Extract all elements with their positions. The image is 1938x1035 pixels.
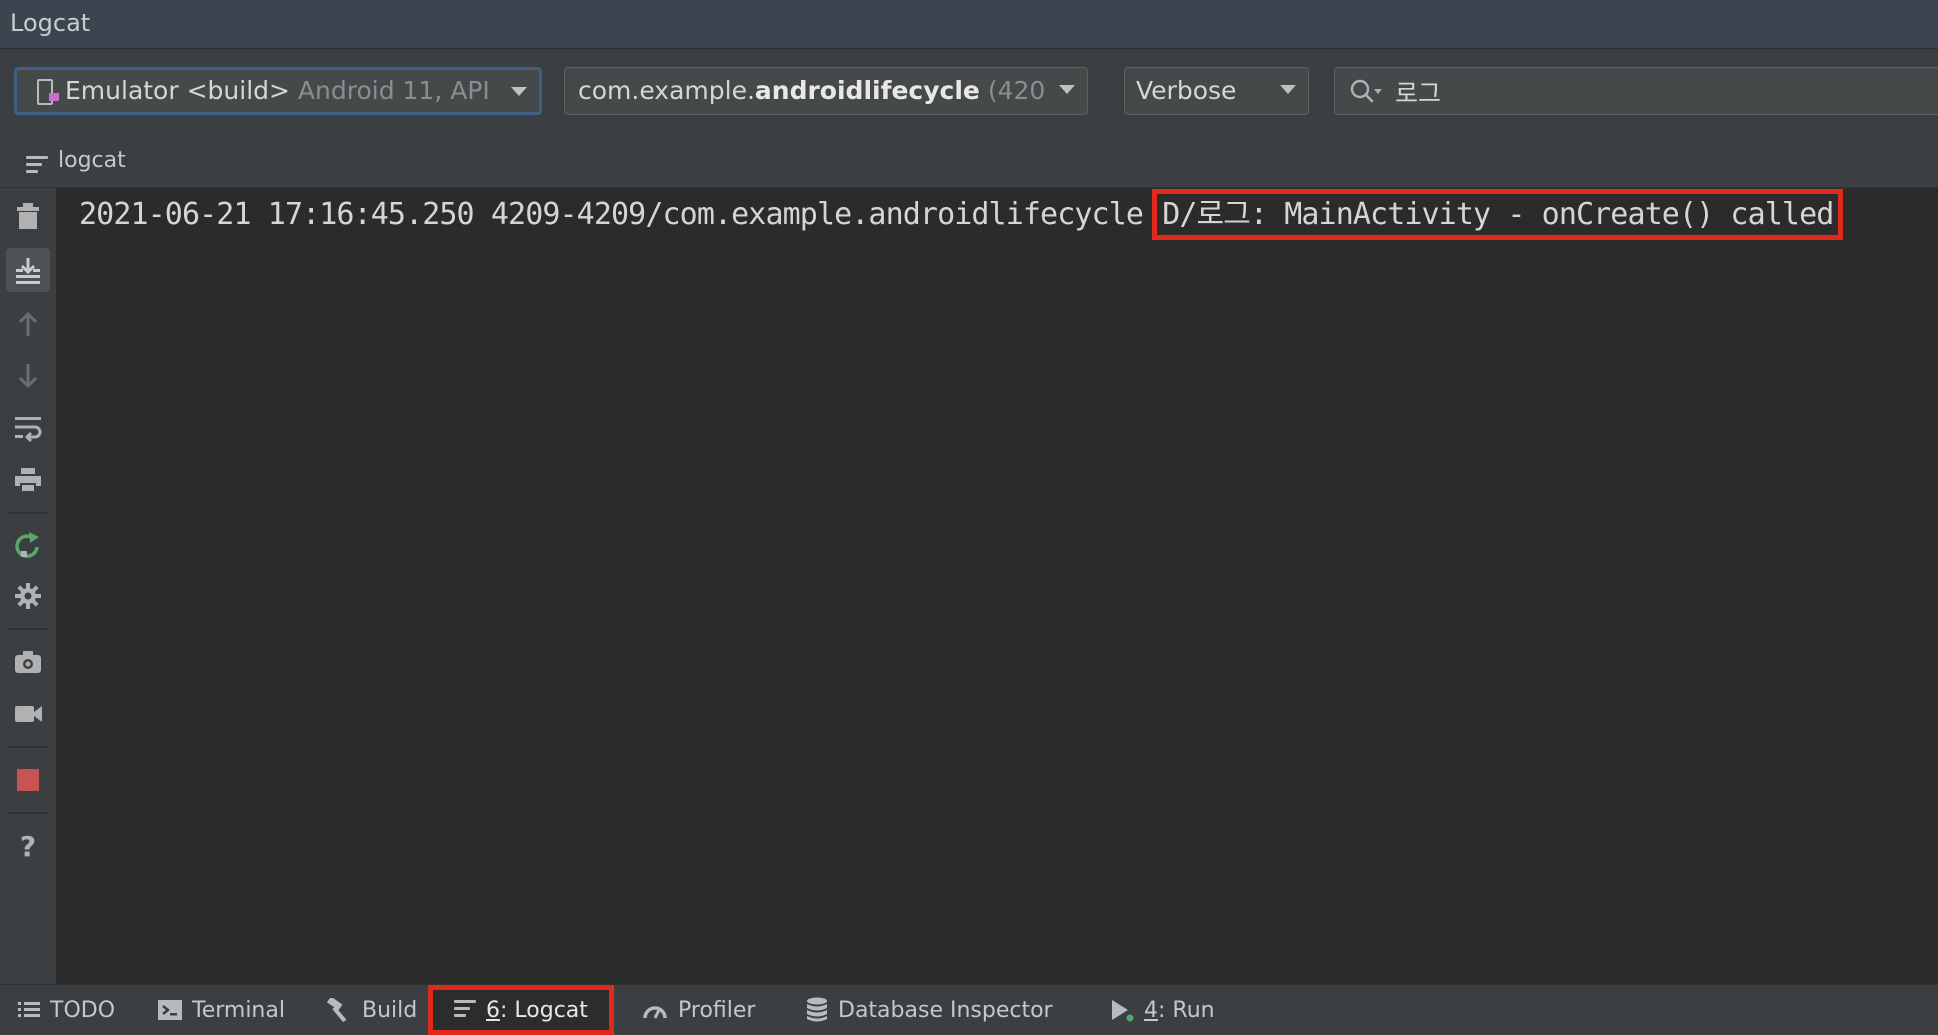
tab-label-text: : Logcat	[500, 997, 588, 1023]
logcat-side-toolbar: ?	[0, 188, 57, 984]
tab-label: 4: Run	[1144, 998, 1215, 1023]
chevron-down-icon	[1280, 85, 1296, 94]
stop-icon	[17, 769, 39, 791]
hammer-icon	[326, 998, 352, 1022]
logcat-output[interactable]: 2021-06-21 17:16:45.250 4209-4209/com.ex…	[57, 188, 1938, 984]
soft-wrap-button[interactable]	[6, 406, 50, 450]
tab-build[interactable]: Build	[326, 985, 417, 1035]
tab-label: Database Inspector	[838, 997, 1053, 1023]
tab-label: Build	[362, 997, 418, 1023]
log-line-prefix: 2021-06-21 17:16:45.250 4209-4209/com.ex…	[79, 197, 1144, 232]
logcat-subtab[interactable]: logcat	[0, 135, 1938, 188]
help-icon: ?	[19, 829, 37, 863]
process-detail: (420	[987, 76, 1046, 105]
run-icon	[1110, 998, 1134, 1022]
tab-label: 6: Logcat	[486, 998, 588, 1023]
process-selector[interactable]: com.example.androidlifecycle (420	[564, 67, 1088, 115]
logcat-icon	[454, 999, 476, 1021]
search-input[interactable]	[1393, 74, 1937, 110]
settings-button[interactable]	[6, 574, 50, 618]
arrow-down-icon	[18, 364, 38, 389]
tab-logcat[interactable]: 6: Logcat	[428, 985, 614, 1035]
logcat-toolbar: Emulator <build> Android 11, API com.exa…	[0, 49, 1938, 135]
tab-label: Profiler	[678, 997, 756, 1023]
search-icon	[1349, 78, 1383, 108]
logcat-tab-label: logcat	[58, 148, 126, 173]
toolbar-separator	[8, 812, 48, 814]
previous-occurrence-button[interactable]	[6, 302, 50, 346]
next-occurrence-button[interactable]	[6, 354, 50, 398]
logcat-icon	[26, 156, 48, 177]
scroll-to-end-button[interactable]	[6, 248, 50, 292]
tab-mnemonic: 4	[1144, 997, 1158, 1023]
process-name: androidlifecycle	[754, 76, 980, 105]
process-prefix: com.example.	[578, 76, 755, 105]
terminal-icon	[158, 1000, 182, 1020]
tool-window-bar: TODO Terminal Build 6: Logcat Profiler D…	[0, 984, 1938, 1035]
tool-window-title-bar: Logcat	[0, 0, 1938, 49]
screen-record-button[interactable]	[6, 692, 50, 736]
tab-run[interactable]: 4: Run	[1110, 985, 1215, 1035]
tab-label: Terminal	[192, 997, 285, 1023]
toolbar-separator	[8, 512, 48, 514]
help-button[interactable]: ?	[6, 824, 50, 868]
tab-mnemonic: 6	[486, 997, 500, 1023]
toolbar-separator	[8, 746, 48, 748]
scroll-to-end-icon	[16, 258, 40, 284]
restart-icon	[15, 532, 39, 558]
soft-wrap-icon	[15, 417, 42, 442]
device-selector[interactable]: Emulator <build> Android 11, API	[14, 67, 542, 115]
tab-database-inspector[interactable]: Database Inspector	[806, 985, 1053, 1035]
device-name: Emulator <build>	[65, 76, 290, 105]
gear-icon	[15, 583, 41, 609]
tab-terminal[interactable]: Terminal	[158, 985, 285, 1035]
log-level-selector[interactable]: Verbose	[1124, 67, 1309, 115]
restart-button[interactable]	[6, 524, 50, 568]
gauge-icon	[642, 1000, 668, 1020]
log-line-message: D/로그: MainActivity - onCreate() called	[1152, 189, 1844, 240]
stop-button[interactable]	[6, 758, 50, 802]
device-detail: Android 11, API	[297, 76, 490, 105]
print-button[interactable]	[6, 458, 50, 502]
tab-label: TODO	[50, 997, 116, 1023]
tab-profiler[interactable]: Profiler	[642, 985, 755, 1035]
tab-todo[interactable]: TODO	[18, 985, 115, 1035]
clear-logcat-button[interactable]	[6, 194, 50, 238]
video-icon	[15, 706, 42, 722]
log-line: 2021-06-21 17:16:45.250 4209-4209/com.ex…	[79, 189, 1844, 240]
trash-icon	[17, 203, 39, 229]
toolbar-separator	[8, 628, 48, 630]
tab-label-text: : Run	[1158, 997, 1215, 1023]
log-level-value: Verbose	[1136, 76, 1237, 105]
database-icon	[806, 997, 828, 1023]
window-title: Logcat	[10, 9, 91, 37]
chevron-down-icon	[511, 87, 527, 96]
chevron-down-icon	[1059, 85, 1075, 94]
list-icon	[18, 1001, 40, 1019]
search-field[interactable]	[1334, 67, 1938, 115]
screen-capture-button[interactable]	[6, 640, 50, 684]
print-icon	[15, 468, 41, 493]
device-icon	[37, 79, 59, 105]
camera-icon	[15, 651, 41, 673]
arrow-up-icon	[18, 311, 38, 336]
